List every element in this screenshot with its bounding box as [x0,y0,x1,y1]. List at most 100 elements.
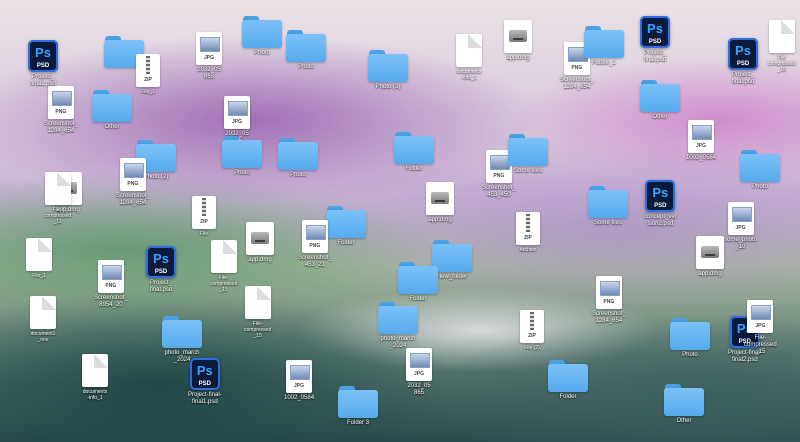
desktop-icon[interactable]: File- compressed _11 [44,172,71,225]
desktop-icon[interactable]: Other [664,384,704,425]
icon-label: Screenshot_ 1284_654 [592,311,626,324]
file-type-badge: PNG [603,299,615,305]
desktop-icon[interactable]: Photo [740,150,780,191]
desktop-icon[interactable]: Some files [508,134,548,175]
folder-icon [664,384,704,416]
image-file-icon: PNG [595,276,622,309]
folder-icon [326,206,366,238]
desktop-icon[interactable]: Other [92,90,132,131]
desktop-icon[interactable]: File- compressed _15 [244,286,271,339]
disk-image-icon [426,182,454,215]
desktop-icon[interactable]: app.dmg [696,236,724,278]
desktop-icon[interactable]: Photo [278,138,318,179]
ps-glyph: Ps [196,363,213,378]
image-file-icon: PNG [301,220,328,253]
file-type-badge: ZIP [200,219,208,225]
desktop-icon[interactable]: PNG Screenshot_ 1284_654 [592,276,626,325]
icon-label: Screenshot_ 1284_654 [116,193,150,206]
desktop-icon[interactable]: JPG 2032_05 865 [196,32,222,81]
desktop-icon[interactable]: app.dmg [246,222,274,264]
zip-file-icon: ZIP [516,212,540,245]
desktop-icon[interactable]: Ps PSD Project-final- final1.psd [188,358,222,406]
ps-glyph: Ps [735,43,751,58]
desktop-icon[interactable]: Ps PSD Project_ final.psd [640,16,670,64]
icon-label: Project_ final.psd [149,280,173,293]
desktop-icon[interactable]: JPG 1002_0584 [686,120,716,162]
desktop-icon[interactable]: documents -info_1 [456,34,482,81]
disk-image-icon [696,236,724,269]
icon-label: File_1 [32,273,46,279]
desktop-icon[interactable]: Folder [326,206,366,247]
desktop-icon[interactable]: PNG Screenshot_ 8954_20 [94,260,128,309]
desktop-icon[interactable]: Folder [548,360,588,401]
desktop-icon[interactable]: File compressed _16 [768,20,795,73]
file-type-badge: ZIP [528,333,536,339]
desktop-icon[interactable]: Ps PSD Project_ final1.psd [28,40,58,88]
folder-icon [670,318,710,350]
desktop-icon[interactable]: documents -info_1 [82,354,108,401]
desktop-icon[interactable]: Other [640,80,680,121]
folder-icon [92,90,132,122]
desktop-icon[interactable]: Folder [398,262,438,303]
desktop-icon[interactable]: photo_march _2024 [162,316,202,364]
desktop-icon[interactable]: photo_march _2024 [378,302,418,350]
desktop-icon[interactable]: document1 _nov [30,296,56,343]
icon-label: File (2) [524,345,540,351]
icon-label: Photo [298,64,314,70]
folder-icon [584,26,624,58]
folder-icon [640,80,680,112]
desktop-icon[interactable]: Photo (3) [368,50,408,91]
desktop-icon[interactable]: PNG Screenshot_ 453_21 [298,220,332,269]
desktop-icon[interactable]: JPG 2032_05 865 [406,348,432,397]
desktop-icon[interactable]: Ps PSD Project_ final.psd [728,38,758,86]
desktop-icon[interactable]: Photo [670,318,710,359]
desktop-icon[interactable]: Some files [588,186,628,227]
desktop-icon[interactable]: Folder_1 [584,26,624,67]
icon-label: document1 _nov [30,331,56,343]
desktop[interactable]: Ps PSD Project_ final1.psd ZIP File_1 JPG 2032… [0,0,800,442]
desktop-icon[interactable]: app.dmg [504,20,532,62]
desktop-icon[interactable]: Photo [286,30,326,71]
file-type-badge: JPG [735,225,746,231]
desktop-icon[interactable]: Photo [222,136,262,177]
icon-label: some_photo _10 [724,237,758,250]
photoshop-icon: Ps PSD [28,40,58,72]
file-type-badge: PNG [105,283,117,289]
desktop-icon[interactable]: Ps PSD Project_ final.psd [146,246,176,294]
icon-label: 2032_05 865 [407,383,431,396]
file-type-badge: JPG [203,55,214,61]
desktop-icon[interactable]: New_folder [432,240,472,281]
desktop-icon[interactable]: JPG 1002_0584 [284,360,314,402]
desktop-icon[interactable]: Photo [242,16,282,57]
desktop-icon[interactable]: ZIP File [192,196,216,237]
desktop-icon[interactable]: JPG File- compressed _15 [744,300,777,356]
icon-label: Folder 3 [346,420,369,426]
icon-label: Archive [519,247,537,253]
desktop-icon[interactable]: PNG Screenshot_ 1284_654 [44,86,78,135]
desktop-icon[interactable]: JPG some_photo _10 [724,202,757,251]
folder-icon [368,50,408,82]
desktop-icon[interactable]: app.dmg [426,182,454,224]
desktop-icon[interactable]: ZIP File (2) [520,310,544,351]
desktop-icon[interactable]: Folder [394,132,434,173]
desktop-icon[interactable]: Ps PSD concept_ver sion2.psd [644,180,677,228]
folder-icon [278,138,318,170]
icon-label: Photo [254,50,270,56]
document-icon [44,172,71,205]
icon-label: app.dmg [506,55,530,61]
icon-label: Photo [290,172,306,178]
desktop-icon[interactable]: ZIP File_1 [136,54,160,95]
icon-label: app.dmg [428,217,452,223]
document-icon [244,286,271,319]
disk-image-icon [246,222,274,255]
desktop-icon[interactable]: File_1 [26,238,52,279]
desktop-icon[interactable]: File- compressed _15 [210,240,237,293]
image-file-icon: JPG [224,96,250,129]
desktop-icon[interactable]: ZIP Archive [516,212,540,253]
image-file-icon: JPG [747,300,774,333]
icon-label: New_folder [436,274,468,280]
icon-label: Photo [752,184,768,190]
desktop-icon[interactable]: Folder 3 [338,386,378,427]
desktop-icon[interactable]: PNG Screenshot_ 1284_654 [116,158,150,207]
folder-icon [432,240,472,272]
